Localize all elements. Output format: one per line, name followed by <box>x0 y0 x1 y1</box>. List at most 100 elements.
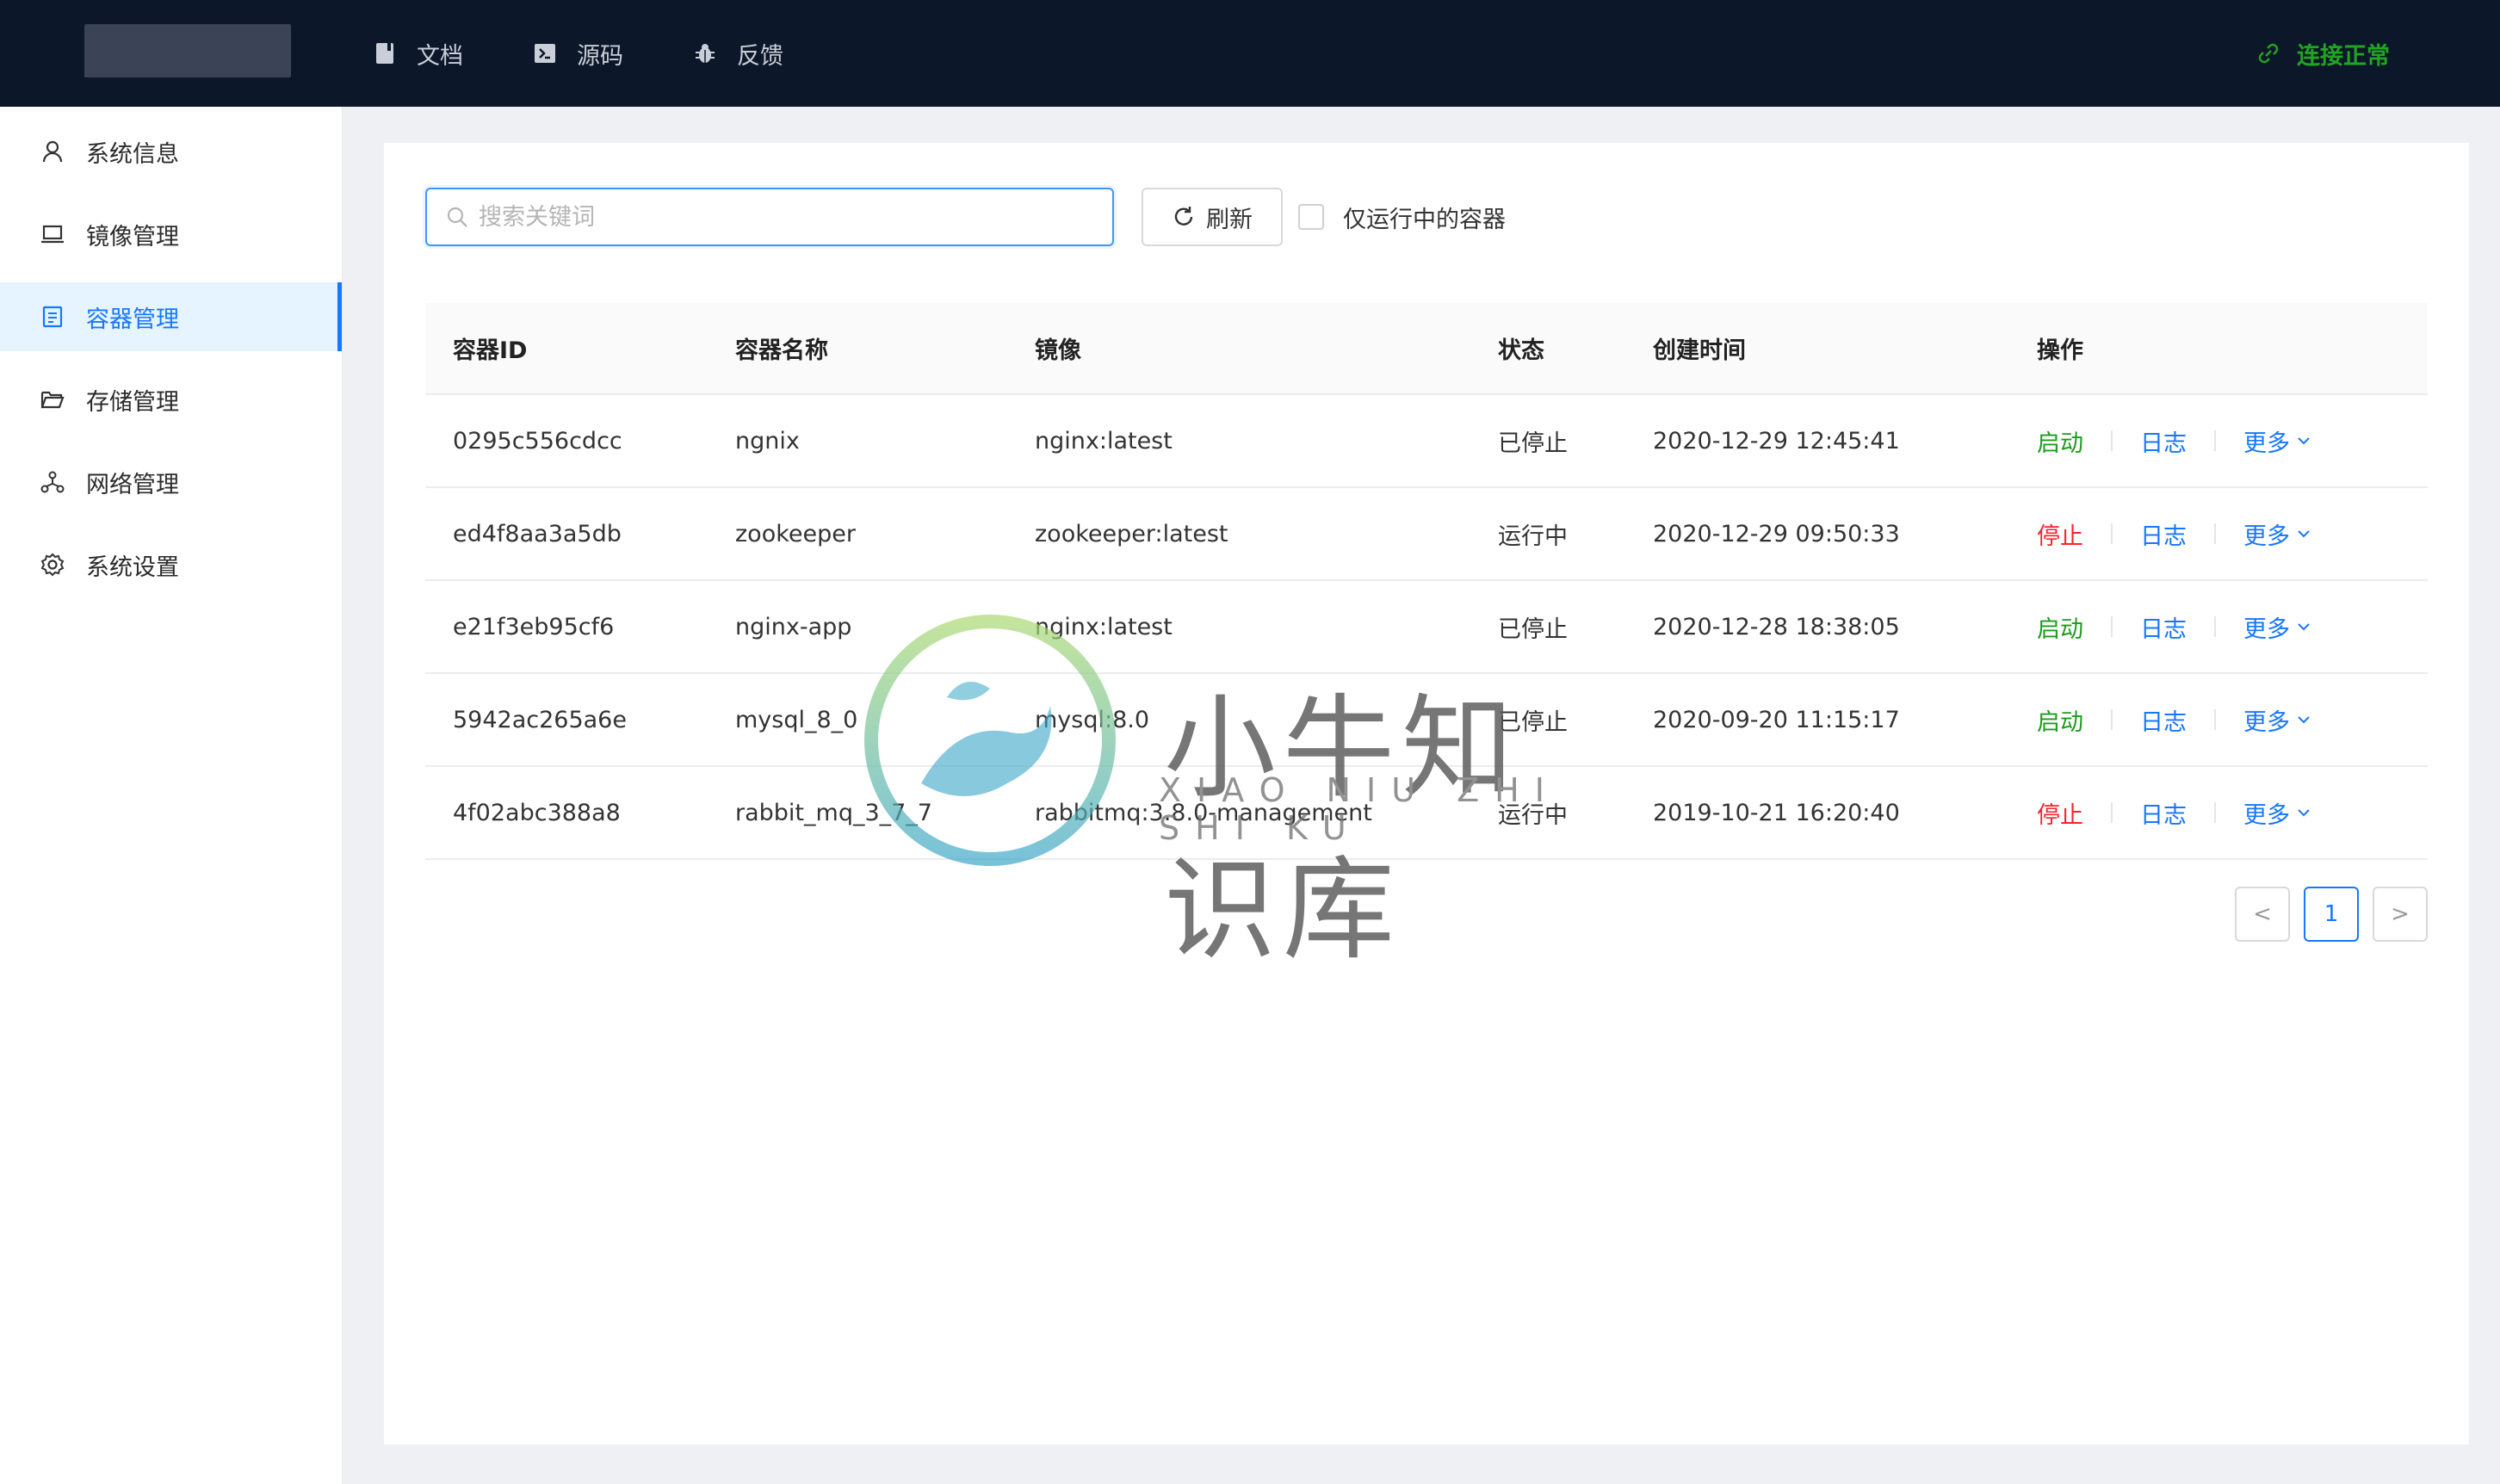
log-button[interactable]: 日志 <box>2140 517 2187 551</box>
stop-button[interactable]: 停止 <box>2037 517 2083 551</box>
pagination: < 1 > <box>2221 887 2428 942</box>
divider <box>2111 709 2113 730</box>
only-running-checkbox[interactable] <box>1298 204 1324 230</box>
chevron-down-icon <box>2297 807 2311 818</box>
divider <box>2111 802 2113 823</box>
log-button[interactable]: 日志 <box>2140 424 2187 458</box>
start-button[interactable]: 启动 <box>2037 703 2083 737</box>
sidebar-item-system-info[interactable]: 系统信息 <box>0 117 342 186</box>
log-button[interactable]: 日志 <box>2140 703 2187 737</box>
container-icon <box>40 304 65 330</box>
chevron-left-icon: < <box>2253 901 2272 927</box>
more-dropdown[interactable]: 更多 <box>2243 517 2311 551</box>
more-label: 更多 <box>2243 615 2290 643</box>
cell-status: 运行中 <box>1470 766 1625 860</box>
cell-created: 2020-12-28 18:38:05 <box>1625 580 2009 674</box>
chevron-right-icon: > <box>2391 901 2410 927</box>
start-button[interactable]: 启动 <box>2037 610 2083 644</box>
more-dropdown[interactable]: 更多 <box>2243 703 2311 737</box>
cell-created: 2020-12-29 09:50:33 <box>1625 487 2009 581</box>
sidebar: 系统信息 镜像管理 容器管理 存储管理 网络管理 系统设置 <box>0 107 343 1484</box>
connection-status-label: 连接正常 <box>2297 42 2390 70</box>
page-1-button[interactable]: 1 <box>2304 887 2359 942</box>
sidebar-item-label: 镜像管理 <box>86 223 179 250</box>
sidebar-item-storage[interactable]: 存储管理 <box>0 365 342 434</box>
sidebar-item-label: 存储管理 <box>86 388 179 416</box>
more-label: 更多 <box>2243 708 2290 736</box>
table-row: ed4f8aa3a5db zookeeper zookeeper:latest … <box>425 487 2428 581</box>
sidebar-item-images[interactable]: 镜像管理 <box>0 200 342 269</box>
cell-container-id: 4f02abc388a8 <box>425 766 708 860</box>
cell-actions: 启动 日志 更多 <box>2009 673 2428 767</box>
nav-feedback-label: 反馈 <box>737 42 783 70</box>
divider <box>2214 430 2216 451</box>
cell-actions: 启动 日志 更多 <box>2009 580 2428 674</box>
cell-actions: 启动 日志 更多 <box>2009 394 2428 488</box>
nav-source[interactable]: 源码 <box>532 37 623 71</box>
prev-page-button[interactable]: < <box>2235 887 2290 942</box>
divider <box>2214 802 2216 823</box>
main-content: 刷新 仅运行中的容器 容器ID 容器名称 镜像 状态 创建时间 操作 0295c… <box>384 143 2469 1444</box>
cell-created: 2020-12-29 12:45:41 <box>1625 394 2009 488</box>
header-container-name: 容器名称 <box>708 303 1007 395</box>
start-button[interactable]: 启动 <box>2037 424 2083 458</box>
table-row: 5942ac265a6e mysql_8_0 mysql:8.0 已停止 202… <box>425 673 2428 767</box>
cell-image: nginx:latest <box>1007 580 1470 674</box>
header-created: 创建时间 <box>1625 303 2009 395</box>
cell-actions: 停止 日志 更多 <box>2009 487 2428 581</box>
chevron-down-icon <box>2297 714 2311 725</box>
only-running-label: 仅运行中的容器 <box>1343 206 1506 233</box>
containers-table: 容器ID 容器名称 镜像 状态 创建时间 操作 0295c556cdcc ngn… <box>425 303 2428 860</box>
cell-container-id: ed4f8aa3a5db <box>425 487 708 581</box>
nav-source-label: 源码 <box>577 42 623 70</box>
cell-container-name: rabbit_mq_3_7_7 <box>708 766 1007 860</box>
divider <box>2111 523 2113 544</box>
connection-status: 连接正常 <box>2257 0 2390 107</box>
link-icon <box>2257 42 2280 65</box>
table-row: 4f02abc388a8 rabbit_mq_3_7_7 rabbitmq:3.… <box>425 766 2428 860</box>
table-row: e21f3eb95cf6 nginx-app nginx:latest 已停止 … <box>425 580 2428 674</box>
nav-feedback[interactable]: 反馈 <box>692 37 783 71</box>
chevron-down-icon <box>2297 529 2311 539</box>
more-dropdown[interactable]: 更多 <box>2243 796 2311 830</box>
more-dropdown[interactable]: 更多 <box>2243 610 2311 644</box>
more-label: 更多 <box>2243 801 2290 829</box>
table-row: 0295c556cdcc ngnix nginx:latest 已停止 2020… <box>425 394 2428 488</box>
cell-container-name: nginx-app <box>708 580 1007 674</box>
cell-created: 2020-09-20 11:15:17 <box>1625 673 2009 767</box>
cell-actions: 停止 日志 更多 <box>2009 766 2428 860</box>
divider <box>2111 430 2113 451</box>
toolbar: 刷新 仅运行中的容器 <box>425 188 1506 246</box>
header-image: 镜像 <box>1007 303 1470 395</box>
refresh-button[interactable]: 刷新 <box>1142 188 1283 246</box>
only-running-filter[interactable]: 仅运行中的容器 <box>1298 201 1506 234</box>
refresh-label: 刷新 <box>1206 206 1253 233</box>
sidebar-item-label: 系统信息 <box>86 140 179 168</box>
header-status: 状态 <box>1470 303 1625 395</box>
sidebar-item-settings[interactable]: 系统设置 <box>0 530 342 599</box>
cell-image: nginx:latest <box>1007 394 1470 488</box>
next-page-button[interactable]: > <box>2373 887 2428 942</box>
cell-created: 2019-10-21 16:20:40 <box>1625 766 2009 860</box>
divider <box>2214 523 2216 544</box>
cell-image: zookeeper:latest <box>1007 487 1470 581</box>
book-icon <box>372 40 398 66</box>
search-input[interactable] <box>479 203 1081 231</box>
nav-docs[interactable]: 文档 <box>372 37 463 71</box>
cell-container-id: 0295c556cdcc <box>425 394 708 488</box>
search-icon <box>446 206 468 228</box>
top-bar: 文档 源码 反馈 连接正常 <box>0 0 2500 107</box>
sidebar-item-containers[interactable]: 容器管理 <box>0 282 342 351</box>
sidebar-item-label: 容器管理 <box>86 306 179 333</box>
gear-icon <box>40 552 65 578</box>
refresh-icon <box>1172 205 1196 229</box>
stop-button[interactable]: 停止 <box>2037 796 2083 830</box>
more-dropdown[interactable]: 更多 <box>2243 424 2311 458</box>
sidebar-item-network[interactable]: 网络管理 <box>0 448 342 516</box>
log-button[interactable]: 日志 <box>2140 610 2187 644</box>
log-button[interactable]: 日志 <box>2140 796 2187 830</box>
cell-container-name: mysql_8_0 <box>708 673 1007 767</box>
cell-image: mysql:8.0 <box>1007 673 1470 767</box>
divider <box>2214 709 2216 730</box>
logo[interactable] <box>84 24 291 77</box>
